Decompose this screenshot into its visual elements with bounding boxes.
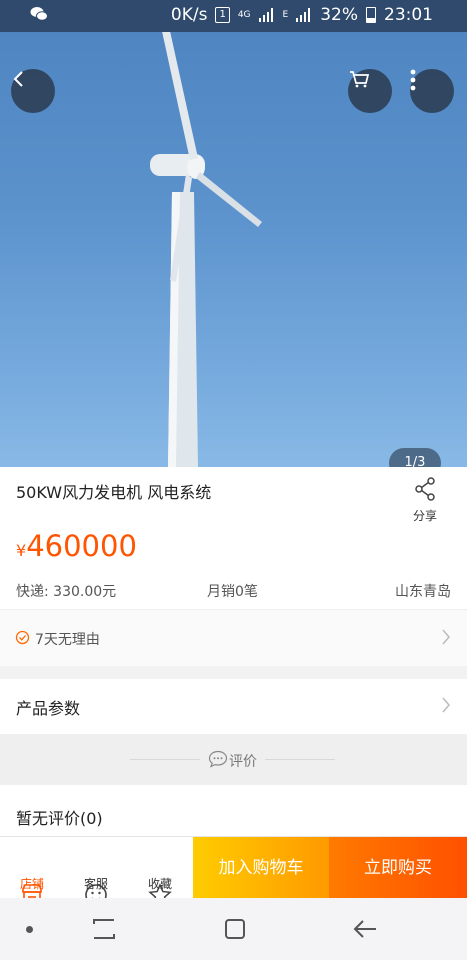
return-policy-row[interactable]: 7天无理由 — [0, 609, 467, 666]
shipping-fee: 快递: 330.00元 — [16, 584, 117, 600]
nav-dot-icon — [26, 926, 33, 933]
favorite-button[interactable]: 收藏 — [128, 837, 192, 906]
share-label: 分享 — [412, 509, 437, 523]
favorite-label: 收藏 — [147, 877, 172, 891]
review-section-header: 评价 — [0, 734, 467, 785]
network-type: 4G — [237, 10, 251, 20]
network-sub: E — [282, 10, 289, 20]
battery-percent: 32% — [320, 5, 358, 25]
back-button[interactable] — [11, 69, 55, 113]
price: ¥460000 — [16, 529, 137, 563]
price-currency: ¥ — [16, 541, 27, 560]
battery-icon — [366, 7, 376, 23]
clock: 23:01 — [384, 5, 433, 25]
share-icon — [414, 477, 436, 505]
price-value: 460000 — [26, 529, 137, 563]
product-image-carousel[interactable]: 1/3 — [0, 32, 467, 467]
chevron-right-icon — [441, 628, 451, 650]
review-section-label: 评价 — [229, 754, 257, 770]
bottom-action-bar: 店铺 客服 收藏 加入购物车 立即购买 — [0, 836, 467, 906]
sim-badge: 1 — [215, 7, 230, 23]
divider — [265, 759, 335, 760]
share-button[interactable]: 分享 — [402, 477, 448, 524]
comment-icon — [208, 750, 228, 772]
product-title: 50KW风力发电机 风电系统 — [16, 483, 212, 502]
signal-icon-2 — [296, 8, 312, 22]
no-review-text: 暂无评价(0) — [16, 809, 103, 828]
image-page-indicator: 1/3 — [389, 448, 441, 467]
product-params-label: 产品参数 — [16, 699, 81, 718]
chevron-right-icon — [441, 696, 451, 718]
return-policy-label: 7天无理由 — [35, 632, 100, 648]
system-nav-bar — [0, 898, 467, 960]
wechat-icon — [30, 6, 48, 27]
product-info: 50KW风力发电机 风电系统 分享 ¥460000 快递: 330.00元 月销… — [0, 467, 467, 609]
divider — [130, 759, 200, 760]
buy-now-button[interactable]: 立即购买 — [329, 837, 467, 899]
signal-icon — [258, 8, 275, 22]
status-bar: 0K/s 1 4G E 32% 23:01 — [0, 0, 467, 32]
more-menu-button[interactable] — [410, 69, 454, 113]
add-to-cart-button[interactable]: 加入购物车 — [193, 837, 329, 899]
nav-back-icon[interactable] — [352, 918, 378, 944]
customer-service-button[interactable]: 客服 — [64, 837, 128, 906]
customer-service-label: 客服 — [83, 877, 108, 891]
monthly-sales: 月销0笔 — [207, 584, 258, 600]
wind-turbine-image — [150, 32, 262, 467]
review-summary[interactable]: 暂无评价(0) — [0, 785, 467, 836]
net-speed: 0K/s — [170, 5, 208, 25]
location: 山东青岛 — [395, 584, 451, 600]
recent-apps-icon[interactable] — [92, 918, 116, 944]
home-icon[interactable] — [224, 918, 246, 944]
store-button[interactable]: 店铺 — [0, 837, 64, 905]
check-circle-icon — [15, 630, 30, 649]
cart-button[interactable] — [348, 69, 392, 113]
product-params-row[interactable]: 产品参数 — [0, 679, 467, 734]
store-label: 店铺 — [19, 877, 44, 891]
